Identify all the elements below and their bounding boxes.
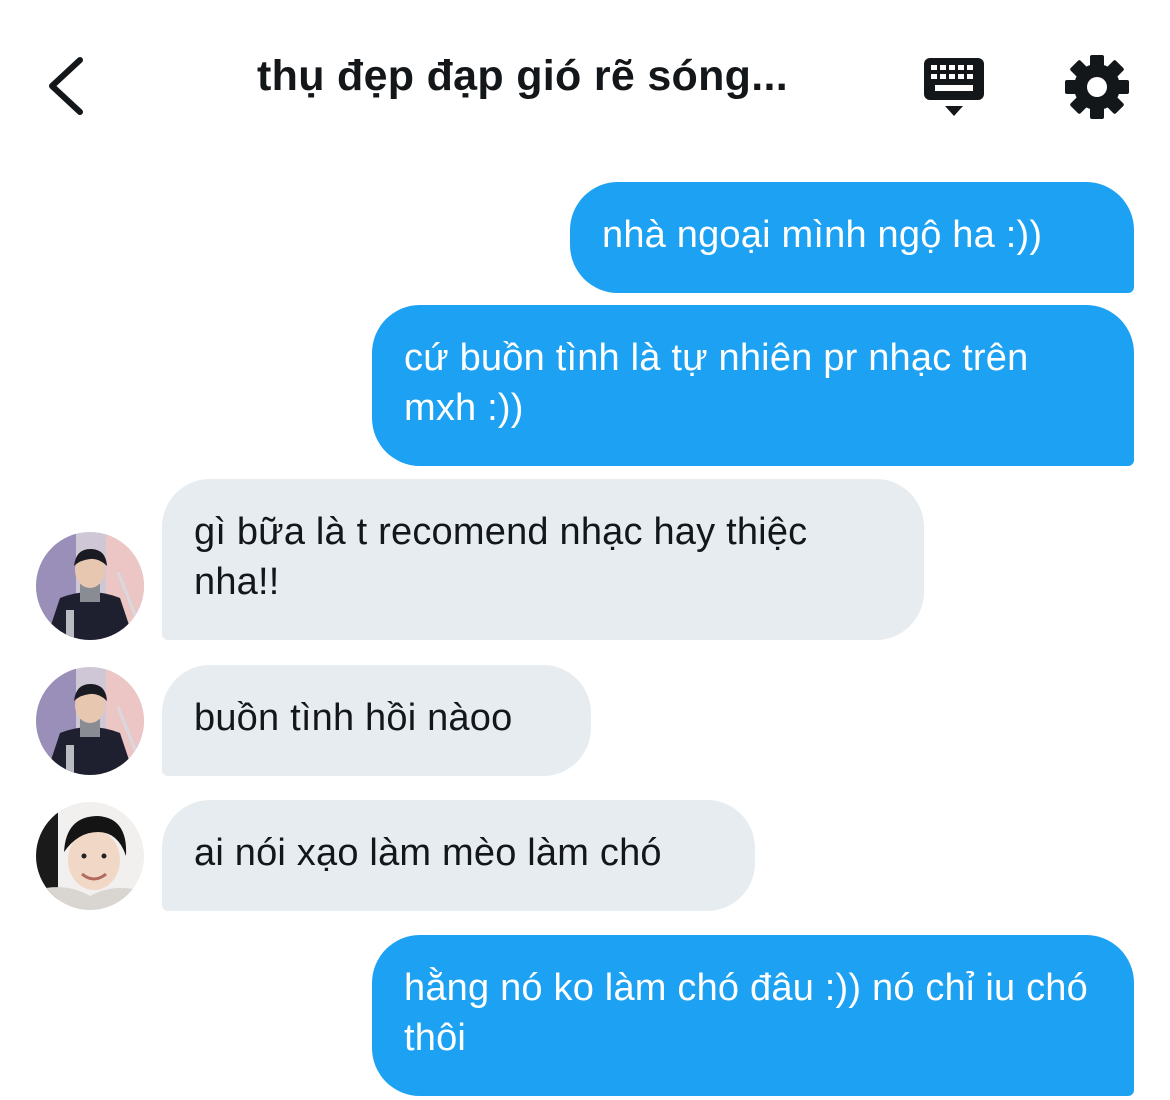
gear-icon [1065,55,1129,119]
sent-message-bubble[interactable]: nhà ngoại mình ngộ ha :)) [570,182,1134,293]
message-text: hằng nó ko làm chó đâu :)) nó chỉ iu chó… [404,967,1088,1059]
received-message-bubble[interactable]: gì bữa là t recomend nhạc hay thiệc nha!… [162,479,924,640]
received-message-bubble[interactable]: buồn tình hồi nàoo [162,665,591,776]
settings-button[interactable] [1062,52,1132,122]
back-button[interactable] [30,44,110,128]
avatar-photo-icon [36,532,144,640]
received-message-bubble[interactable]: ai nói xạo làm mèo làm chó [162,800,755,911]
keyboard-button[interactable] [918,54,990,120]
avatar[interactable] [36,532,144,640]
sent-message-bubble[interactable]: cứ buồn tình là tự nhiên pr nhạc trên mx… [372,305,1134,466]
message-text: nhà ngoại mình ngộ ha :)) [602,214,1043,256]
avatar-photo-icon [36,667,144,775]
avatar-photo-icon [36,802,144,910]
conversation-title: thụ đẹp đạp gió rẽ sóng... [257,52,788,100]
message-text: buồn tình hồi nàoo [194,697,513,739]
avatar[interactable] [36,802,144,910]
avatar[interactable] [36,667,144,775]
conversation-header: thụ đẹp đạp gió rẽ sóng... [0,0,1170,170]
message-text: gì bữa là t recomend nhạc hay thiệc nha!… [194,511,808,603]
message-text: ai nói xạo làm mèo làm chó [194,832,662,874]
message-text: cứ buồn tình là tự nhiên pr nhạc trên mx… [404,337,1029,429]
chevron-left-icon [49,57,83,115]
keyboard-icon [924,58,984,116]
sent-message-bubble[interactable]: hằng nó ko làm chó đâu :)) nó chỉ iu chó… [372,935,1134,1096]
